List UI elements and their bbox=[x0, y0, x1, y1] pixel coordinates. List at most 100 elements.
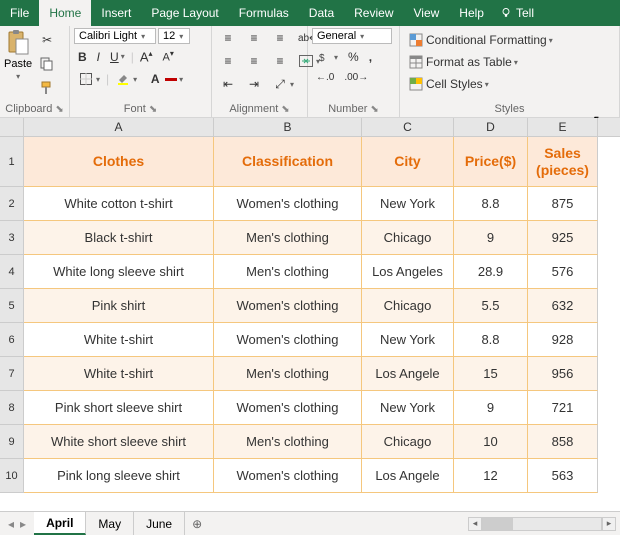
tab-formulas[interactable]: Formulas bbox=[229, 0, 299, 26]
cell[interactable]: Black t-shirt bbox=[24, 221, 214, 255]
dialog-launcher-icon[interactable]: ⬊ bbox=[149, 104, 157, 115]
grid[interactable]: 1 Clothes Classification City Price($) S… bbox=[0, 137, 620, 511]
cell[interactable]: 858 bbox=[528, 425, 598, 459]
table-header[interactable]: City bbox=[362, 137, 454, 187]
conditional-formatting-button[interactable]: Conditional Formatting▾ bbox=[404, 30, 557, 50]
scroll-left-button[interactable]: ◂ bbox=[468, 517, 482, 531]
align-left-button[interactable]: ≡ bbox=[216, 51, 240, 71]
align-center-button[interactable]: ≡ bbox=[242, 51, 266, 71]
col-header[interactable]: E bbox=[528, 118, 598, 136]
sheet-nav-next[interactable]: ▸ bbox=[20, 517, 26, 531]
cell[interactable]: Pink long sleeve shirt bbox=[24, 459, 214, 493]
cell[interactable]: New York bbox=[362, 323, 454, 357]
cell[interactable]: 5.5 bbox=[454, 289, 528, 323]
align-middle-button[interactable]: ≡ bbox=[242, 28, 266, 48]
table-header[interactable]: Price($) bbox=[454, 137, 528, 187]
font-size-select[interactable]: 12▾ bbox=[158, 28, 190, 44]
cell[interactable]: Women's clothing bbox=[214, 459, 362, 493]
table-header[interactable]: Classification bbox=[214, 137, 362, 187]
cell[interactable]: 15 bbox=[454, 357, 528, 391]
cell[interactable]: White t-shirt bbox=[24, 323, 214, 357]
scroll-right-button[interactable]: ▸ bbox=[602, 517, 616, 531]
cell[interactable]: 721 bbox=[528, 391, 598, 425]
cell[interactable]: Men's clothing bbox=[214, 425, 362, 459]
cell[interactable]: Women's clothing bbox=[214, 323, 362, 357]
cell[interactable]: Pink short sleeve shirt bbox=[24, 391, 214, 425]
sheet-tab-april[interactable]: April bbox=[34, 512, 86, 535]
cell[interactable]: Chicago bbox=[362, 425, 454, 459]
cell[interactable]: White t-shirt bbox=[24, 357, 214, 391]
cell[interactable]: 9 bbox=[454, 221, 528, 255]
cut-button[interactable]: ✂ bbox=[35, 30, 59, 50]
cell[interactable]: 928 bbox=[528, 323, 598, 357]
table-header[interactable]: Clothes bbox=[24, 137, 214, 187]
dialog-launcher-icon[interactable]: ⬊ bbox=[281, 104, 289, 115]
row-header[interactable]: 5 bbox=[0, 289, 24, 323]
dialog-launcher-icon[interactable]: ⬊ bbox=[370, 104, 378, 115]
sheet-nav-prev[interactable]: ◂ bbox=[8, 517, 14, 531]
decrease-decimal-button[interactable]: .00→ bbox=[340, 70, 372, 85]
format-painter-button[interactable] bbox=[35, 78, 59, 98]
cell[interactable]: Los Angeles bbox=[362, 255, 454, 289]
increase-indent-button[interactable]: ⇥ bbox=[242, 74, 266, 94]
cell[interactable]: Women's clothing bbox=[214, 187, 362, 221]
row-header[interactable]: 4 bbox=[0, 255, 24, 289]
cell-styles-button[interactable]: Cell Styles▾ bbox=[404, 74, 493, 94]
row-header[interactable]: 1 bbox=[0, 137, 24, 187]
cell[interactable]: Los Angele bbox=[362, 459, 454, 493]
col-header[interactable]: D bbox=[454, 118, 528, 136]
horizontal-scrollbar[interactable] bbox=[482, 517, 602, 531]
increase-decimal-button[interactable]: ←.0 bbox=[312, 70, 338, 85]
orientation-button[interactable]: ⤢▾ bbox=[268, 74, 298, 94]
cell[interactable]: Los Angele bbox=[362, 357, 454, 391]
paste-button[interactable]: Paste ▾ bbox=[4, 28, 32, 81]
cell[interactable]: 875 bbox=[528, 187, 598, 221]
copy-button[interactable] bbox=[35, 54, 59, 74]
tab-home[interactable]: Home bbox=[39, 0, 91, 26]
bold-button[interactable]: B bbox=[74, 48, 91, 66]
scroll-thumb[interactable] bbox=[483, 518, 513, 530]
tab-file[interactable]: File bbox=[0, 0, 39, 26]
cell[interactable]: New York bbox=[362, 391, 454, 425]
cell[interactable]: 563 bbox=[528, 459, 598, 493]
col-header[interactable]: C bbox=[362, 118, 454, 136]
row-header[interactable]: 2 bbox=[0, 187, 24, 221]
row-header[interactable]: 7 bbox=[0, 357, 24, 391]
cell[interactable]: Women's clothing bbox=[214, 391, 362, 425]
font-name-select[interactable]: Calibri Light▾ bbox=[74, 28, 156, 44]
cell[interactable]: 10 bbox=[454, 425, 528, 459]
cell[interactable]: 12 bbox=[454, 459, 528, 493]
align-bottom-button[interactable]: ≡ bbox=[268, 28, 292, 48]
cell[interactable]: 28.9 bbox=[454, 255, 528, 289]
percent-button[interactable]: % bbox=[344, 48, 363, 66]
cell[interactable]: Chicago bbox=[362, 221, 454, 255]
row-header[interactable]: 9 bbox=[0, 425, 24, 459]
cell[interactable]: 632 bbox=[528, 289, 598, 323]
tab-data[interactable]: Data bbox=[299, 0, 344, 26]
cell[interactable]: White long sleeve shirt bbox=[24, 255, 214, 289]
cell[interactable]: 8.8 bbox=[454, 323, 528, 357]
tab-insert[interactable]: Insert bbox=[91, 0, 141, 26]
decrease-indent-button[interactable]: ⇤ bbox=[216, 74, 240, 94]
cell[interactable]: Chicago bbox=[362, 289, 454, 323]
row-header[interactable]: 10 bbox=[0, 459, 24, 493]
tell-me[interactable]: Tell bbox=[494, 0, 540, 26]
col-header[interactable]: B bbox=[214, 118, 362, 136]
cell[interactable]: Women's clothing bbox=[214, 289, 362, 323]
number-format-select[interactable]: General▾ bbox=[312, 28, 392, 44]
cell[interactable]: Pink shirt bbox=[24, 289, 214, 323]
cell[interactable]: New York bbox=[362, 187, 454, 221]
table-header[interactable]: Sales (pieces) bbox=[528, 137, 598, 187]
font-color-button[interactable]: A▾ bbox=[143, 69, 187, 89]
cell[interactable]: White cotton t-shirt bbox=[24, 187, 214, 221]
cell[interactable]: White short sleeve shirt bbox=[24, 425, 214, 459]
new-sheet-button[interactable]: ⊕ bbox=[185, 512, 209, 535]
cell[interactable]: 9 bbox=[454, 391, 528, 425]
accounting-format-button[interactable]: $▾ bbox=[312, 47, 342, 67]
cell[interactable]: 956 bbox=[528, 357, 598, 391]
grow-font-button[interactable]: A▴ bbox=[136, 47, 157, 66]
sheet-tab-may[interactable]: May bbox=[86, 512, 134, 535]
align-top-button[interactable]: ≡ bbox=[216, 28, 240, 48]
border-button[interactable]: ▾ bbox=[74, 69, 104, 89]
cell[interactable]: Men's clothing bbox=[214, 255, 362, 289]
